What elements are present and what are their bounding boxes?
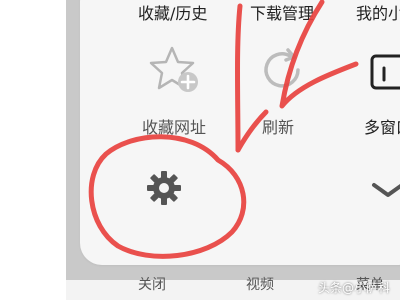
tab-video[interactable]: 视频 <box>246 274 274 294</box>
menu-item-bookmark-site[interactable]: 收藏网址 <box>142 114 206 138</box>
left-margin <box>0 0 66 300</box>
refresh-icon[interactable] <box>258 46 306 94</box>
menu-item-downloads[interactable]: 下载管理 <box>250 0 314 24</box>
menu-item-multi-window[interactable]: 多窗口 <box>364 114 400 138</box>
tab-close[interactable]: 关闭 <box>138 274 166 294</box>
menu-item-refresh[interactable]: 刷新 <box>262 114 294 138</box>
star-add-icon[interactable] <box>148 42 204 98</box>
browser-menu-panel: 收藏/历史 下载管理 我的小说 收藏网址 刷新 多窗口 <box>80 0 400 265</box>
watermark: 头条@小萨科 <box>317 281 390 295</box>
phone-screen: 收藏/历史 下载管理 我的小说 收藏网址 刷新 多窗口 <box>66 0 400 280</box>
multi-window-icon[interactable] <box>368 50 400 94</box>
gear-icon[interactable] <box>144 168 184 208</box>
chevron-down-icon[interactable] <box>368 180 400 200</box>
menu-item-my-novels[interactable]: 我的小说 <box>356 0 400 24</box>
menu-item-favorites-history[interactable]: 收藏/历史 <box>138 0 207 24</box>
